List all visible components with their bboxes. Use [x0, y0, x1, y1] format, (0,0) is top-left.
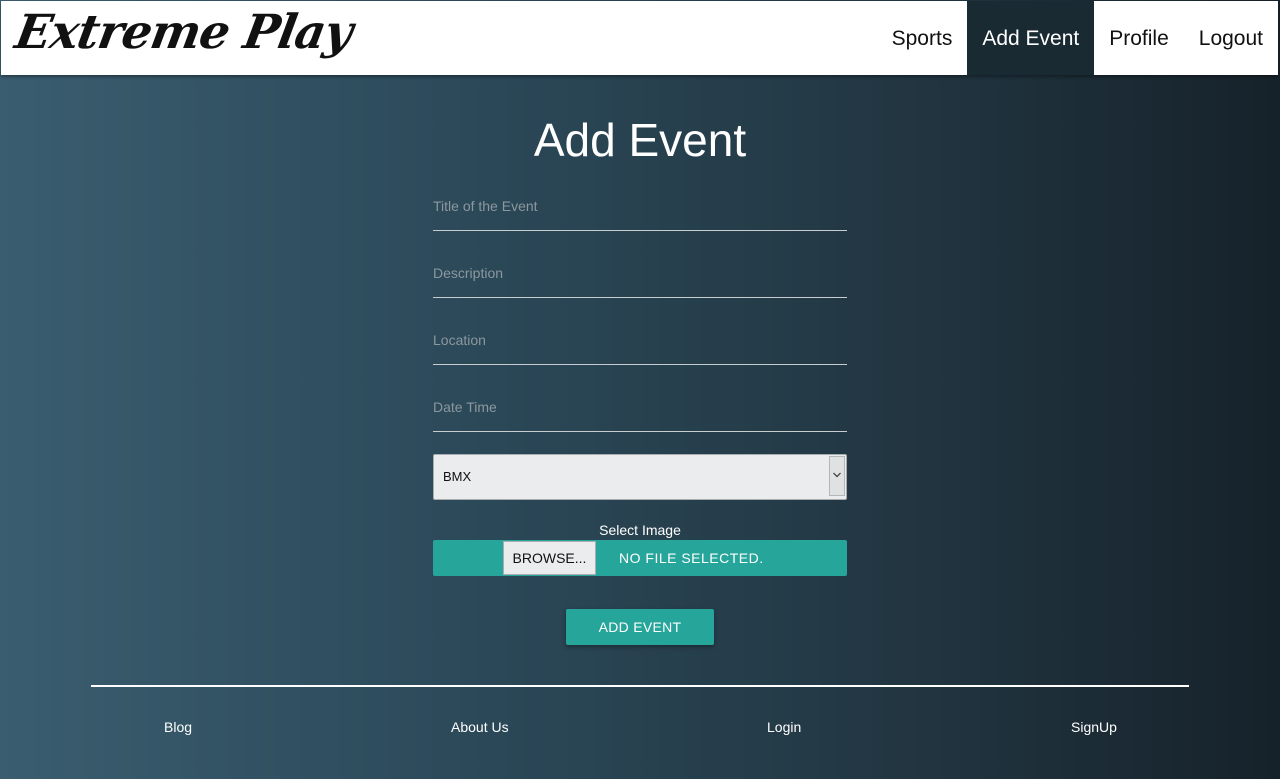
description-input[interactable]: [433, 253, 847, 293]
select-image-label: Select Image: [599, 522, 681, 538]
nav-menu: Sports Add Event Profile Logout: [877, 1, 1278, 75]
location-input[interactable]: [433, 320, 847, 360]
nav-item-logout[interactable]: Logout: [1184, 1, 1278, 75]
footer-link-login[interactable]: Login: [767, 719, 801, 735]
brand-logo[interactable]: Extreme Play: [11, 5, 356, 60]
datetime-field: [433, 387, 847, 432]
location-field: [433, 320, 847, 365]
sport-select[interactable]: BMX: [433, 454, 847, 500]
footer-divider: [91, 685, 1189, 687]
event-title-input[interactable]: [433, 186, 847, 226]
browse-button[interactable]: BROWSE...: [503, 541, 596, 575]
footer-link-about-us[interactable]: About Us: [451, 719, 509, 735]
add-event-form: BMX Select Image BROWSE... NO FILE SELEC…: [433, 186, 847, 576]
description-field: [433, 253, 847, 298]
footer-link-blog[interactable]: Blog: [164, 719, 192, 735]
footer-link-signup[interactable]: SignUp: [1071, 719, 1117, 735]
file-status-text: NO FILE SELECTED.: [619, 550, 764, 566]
page-title: Add Event: [533, 114, 747, 166]
chevron-down-icon[interactable]: [829, 456, 845, 496]
nav-item-profile[interactable]: Profile: [1094, 1, 1184, 75]
add-event-button[interactable]: ADD EVENT: [566, 609, 714, 645]
sport-select-value: BMX: [443, 469, 472, 484]
nav-item-sports[interactable]: Sports: [877, 1, 968, 75]
nav-item-add-event[interactable]: Add Event: [967, 1, 1095, 75]
datetime-input[interactable]: [433, 387, 847, 427]
title-field: [433, 186, 847, 231]
file-upload-bar[interactable]: BROWSE... NO FILE SELECTED.: [433, 540, 847, 576]
top-navbar: Extreme Play Sports Add Event Profile Lo…: [1, 1, 1278, 75]
